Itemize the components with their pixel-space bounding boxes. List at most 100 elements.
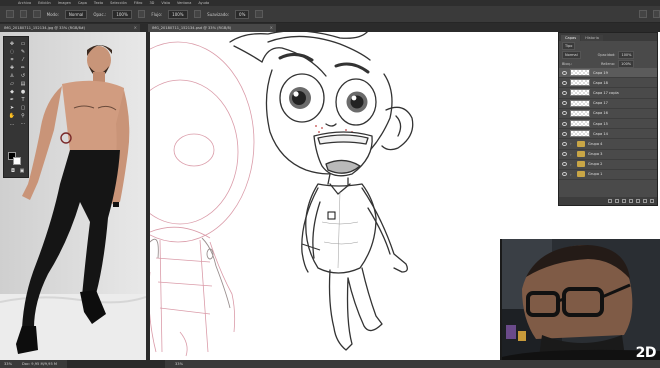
layer-row[interactable]: Capa 17	[559, 99, 657, 109]
screen-mode-icon[interactable]: ▣	[17, 168, 27, 174]
layer-row[interactable]: Capa 15	[559, 119, 657, 130]
eye-icon[interactable]	[562, 152, 567, 157]
eye-icon[interactable]	[562, 162, 567, 167]
tab-photo[interactable]: IMG_20180711_152134.jpg @ 33% (RGB/8#) ×	[0, 24, 140, 32]
blend-mode-select[interactable]: Normal	[562, 50, 581, 59]
lock-row: Bloq.: Relleno: 100%	[559, 59, 657, 68]
tab-layers[interactable]: Capas	[561, 35, 581, 41]
chevron-right-icon[interactable]: ›	[570, 162, 574, 167]
eraser-icon[interactable]: ▱	[7, 81, 17, 87]
layer-thumbnail	[570, 130, 590, 138]
more-tools-icon[interactable]: …	[7, 121, 17, 127]
eye-icon[interactable]	[562, 131, 567, 136]
edit-toolbar-icon[interactable]: ⋯	[18, 121, 28, 127]
folder-icon	[577, 151, 585, 158]
lasso-icon[interactable]: ◌	[7, 49, 17, 55]
flow-field[interactable]: 100%	[168, 9, 188, 19]
group-row[interactable]: › Grupo 3	[559, 150, 657, 160]
group-row[interactable]: › Grupo 2	[559, 160, 657, 170]
folder-icon	[577, 161, 585, 168]
history-brush-icon[interactable]: ↺	[18, 73, 28, 79]
menu-seleccion[interactable]: Selección	[110, 1, 127, 5]
close-icon[interactable]: ×	[134, 24, 137, 32]
marquee-icon[interactable]: ▭	[18, 41, 28, 47]
type-icon[interactable]: T	[18, 97, 28, 103]
status-spacer	[67, 360, 165, 368]
blur-icon[interactable]: ◆	[7, 89, 17, 95]
crop-icon[interactable]: ⌗	[7, 57, 17, 63]
smoothing-settings-icon[interactable]	[255, 10, 263, 18]
dodge-icon[interactable]: ●	[18, 89, 28, 95]
eye-icon[interactable]	[562, 70, 567, 75]
airbrush-icon[interactable]	[193, 10, 202, 18]
character-sketch	[101, 27, 414, 357]
quick-select-icon[interactable]: ✎	[18, 49, 28, 55]
chevron-right-icon[interactable]: ›	[570, 141, 574, 146]
menu-texto[interactable]: Texto	[94, 1, 103, 5]
layer-fill-field[interactable]: 100%	[618, 59, 635, 68]
brush-settings-icon[interactable]	[33, 10, 41, 18]
layer-kind-filter[interactable]: Tipo	[562, 41, 576, 50]
menu-ayuda[interactable]: Ayuda	[198, 1, 209, 5]
eyedropper-icon[interactable]: ⁄	[18, 57, 28, 63]
eye-icon[interactable]	[562, 101, 567, 106]
eye-icon[interactable]	[562, 80, 567, 85]
hand-icon[interactable]: ✋	[7, 113, 17, 119]
group-row[interactable]: › Grupo 4	[559, 139, 657, 150]
layer-style-icon[interactable]	[615, 199, 619, 203]
zoom-icon[interactable]: ⚲	[18, 113, 28, 119]
menu-ventana[interactable]: Ventana	[177, 1, 191, 5]
add-mask-icon[interactable]	[622, 199, 626, 203]
chevron-right-icon[interactable]: ›	[570, 152, 574, 157]
layer-row[interactable]: Capa 18	[559, 78, 657, 89]
eye-icon[interactable]	[562, 141, 567, 146]
layer-opacity-field[interactable]: 100%	[618, 50, 635, 59]
drawing-canvas[interactable]	[101, 27, 500, 360]
menu-edicion[interactable]: Edición	[38, 1, 51, 5]
eye-icon[interactable]	[562, 90, 567, 95]
layer-row[interactable]: Capa 14	[559, 129, 657, 140]
eye-icon[interactable]	[562, 121, 567, 126]
mode-select[interactable]: Normal	[64, 9, 88, 19]
background-color-swatch[interactable]	[13, 157, 21, 165]
gradient-icon[interactable]: ▤	[18, 81, 28, 87]
layer-row[interactable]: Capa 19	[559, 68, 657, 79]
path-select-icon[interactable]: ➤	[7, 105, 17, 111]
zoom-level-right[interactable]: 33%	[175, 362, 183, 366]
smoothing-field[interactable]: 0%	[235, 9, 250, 19]
new-group-icon[interactable]	[636, 199, 640, 203]
menu-imagen[interactable]: Imagen	[58, 1, 71, 5]
delete-layer-icon[interactable]	[650, 199, 654, 203]
eye-icon[interactable]	[562, 172, 567, 177]
pressure-opacity-icon[interactable]	[137, 10, 146, 18]
move-icon[interactable]: ✥	[7, 41, 17, 47]
eye-icon[interactable]	[562, 111, 567, 116]
layer-thumbnail	[570, 120, 590, 128]
menu-capa[interactable]: Capa	[78, 1, 87, 5]
layer-row[interactable]: Capa 17 copia	[559, 88, 657, 99]
menu-3d[interactable]: 3D	[149, 1, 154, 5]
brush-preset-icon[interactable]	[19, 10, 28, 18]
tab-history[interactable]: Historia	[581, 35, 603, 41]
tab-drawing[interactable]: IMG_20180711_152134.psd @ 33% (RGB/8) ×	[148, 24, 276, 32]
zoom-level-left[interactable]: 33%	[4, 362, 12, 366]
pen-icon[interactable]: ✒	[7, 97, 17, 103]
healing-icon[interactable]: ✚	[7, 65, 17, 71]
brush-icon[interactable]: ✏	[18, 65, 28, 71]
menu-vista[interactable]: Vista	[161, 1, 170, 5]
group-row[interactable]: › Grupo 1	[559, 170, 657, 181]
adjustment-layer-icon[interactable]	[629, 199, 633, 203]
shape-icon[interactable]: ▢	[18, 105, 28, 111]
link-layers-icon[interactable]	[608, 199, 612, 203]
close-icon[interactable]: ×	[270, 24, 273, 32]
menu-archivo[interactable]: Archivo	[18, 1, 31, 5]
menu-filtro[interactable]: Filtro	[134, 1, 143, 5]
symmetry-icon[interactable]	[638, 10, 647, 18]
layer-row[interactable]: Capa 16	[559, 109, 657, 119]
opacity-field[interactable]: 100%	[112, 9, 132, 19]
workspace-icon[interactable]	[652, 10, 660, 18]
new-layer-icon[interactable]	[643, 199, 647, 203]
home-icon[interactable]	[6, 10, 14, 18]
stamp-icon[interactable]: ♙	[7, 73, 17, 79]
chevron-right-icon[interactable]: ›	[570, 172, 574, 177]
